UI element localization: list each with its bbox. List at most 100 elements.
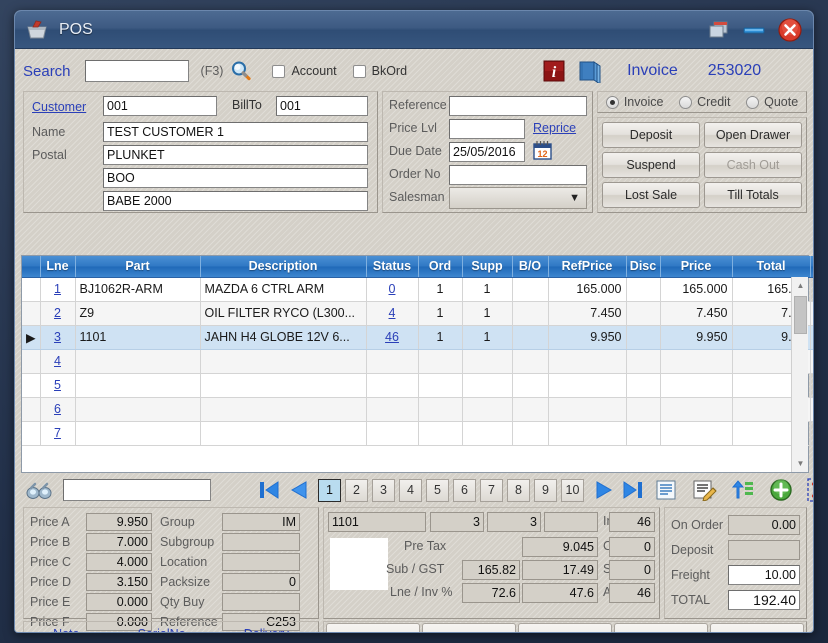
- page-button-9[interactable]: 9: [534, 478, 557, 502]
- price-row-value[interactable]: [86, 592, 152, 611]
- radio-invoice[interactable]: Invoice: [605, 95, 663, 109]
- cell-status[interactable]: [366, 373, 419, 398]
- due-date-input[interactable]: [449, 142, 525, 162]
- grid-col-part[interactable]: Part: [75, 256, 201, 278]
- table-row[interactable]: 7: [22, 421, 813, 446]
- line-items-grid[interactable]: Lne Part Description Status Ord Supp B/O…: [21, 255, 813, 473]
- scroll-up-icon[interactable]: ▲: [792, 277, 809, 294]
- customer-link[interactable]: Customer: [32, 100, 86, 114]
- grid-col-ord[interactable]: Ord: [418, 256, 463, 278]
- page-button-4[interactable]: 4: [399, 478, 422, 502]
- first-page-icon[interactable]: [257, 479, 281, 501]
- grid-col-price[interactable]: Price: [660, 256, 733, 278]
- page-button-10[interactable]: 10: [561, 478, 584, 502]
- deposit-button[interactable]: Deposit: [602, 122, 700, 148]
- books-icon[interactable]: [577, 59, 603, 83]
- cell-status[interactable]: [366, 397, 419, 422]
- billto-code-input[interactable]: [276, 96, 368, 116]
- close-icon[interactable]: [777, 17, 803, 43]
- price-row-value[interactable]: [86, 572, 152, 591]
- grid-col-disc[interactable]: Disc: [626, 256, 661, 278]
- cell-status[interactable]: 4: [366, 301, 419, 326]
- attribute-value[interactable]: [222, 552, 300, 571]
- customer-code-input[interactable]: [103, 96, 217, 116]
- table-row[interactable]: 5: [22, 373, 813, 398]
- till-totals-button[interactable]: Till Totals: [704, 182, 802, 208]
- bkord-checkbox[interactable]: [352, 64, 366, 78]
- price-row-value[interactable]: [86, 532, 152, 551]
- price-lvl-input[interactable]: [449, 119, 525, 139]
- attribute-value[interactable]: [222, 532, 300, 551]
- order-no-input[interactable]: [449, 165, 587, 185]
- cell-lne[interactable]: 5: [40, 373, 76, 398]
- binoculars-icon[interactable]: [25, 480, 53, 500]
- grid-scrollbar[interactable]: ▲ ▼: [791, 277, 808, 472]
- note-link[interactable]: Note: [53, 627, 79, 632]
- cell-lne[interactable]: 3: [40, 325, 76, 350]
- last-page-icon[interactable]: [621, 479, 645, 501]
- cell-status[interactable]: [366, 421, 419, 446]
- serialno-link[interactable]: SerialNo: [138, 627, 186, 632]
- table-row[interactable]: 4: [22, 349, 813, 374]
- prev-page-icon[interactable]: [287, 479, 311, 501]
- postal-line2-input[interactable]: [103, 168, 368, 188]
- attribute-value[interactable]: [222, 572, 300, 591]
- lost-sale-button[interactable]: Lost Sale: [602, 182, 700, 208]
- edit-note-icon[interactable]: [692, 479, 718, 501]
- table-row[interactable]: ▶ 3 1101 JAHN H4 GLOBE 12V 6... 46 1 1 9.950 9.9…: [22, 325, 813, 350]
- radio-credit[interactable]: Credit: [679, 95, 730, 109]
- magnifier-icon[interactable]: [230, 60, 252, 82]
- page-button-8[interactable]: 8: [507, 478, 530, 502]
- attribute-value[interactable]: [222, 512, 300, 531]
- table-row[interactable]: 2 Z9 OIL FILTER RYCO (L300... 4 1 1 7.450 7.450…: [22, 301, 813, 326]
- page-button-1[interactable]: 1: [318, 478, 341, 502]
- page-button-3[interactable]: 3: [372, 478, 395, 502]
- page-button-2[interactable]: 2: [345, 478, 368, 502]
- delete-red-icon[interactable]: [807, 478, 813, 502]
- cell-lne[interactable]: 2: [40, 301, 76, 326]
- calendar-icon[interactable]: 12: [532, 140, 553, 161]
- minimize-icon[interactable]: [741, 20, 767, 40]
- list-view-icon[interactable]: [654, 479, 678, 501]
- scroll-thumb[interactable]: [794, 296, 807, 334]
- open-drawer-button[interactable]: Open Drawer: [704, 122, 802, 148]
- cell-lne[interactable]: 7: [40, 421, 76, 446]
- suspend-button[interactable]: Suspend: [602, 152, 700, 178]
- delivery-link[interactable]: Delivery: [244, 627, 289, 632]
- search-input[interactable]: [84, 60, 189, 82]
- scroll-down-icon[interactable]: ▼: [792, 455, 809, 472]
- grid-col-description[interactable]: Description: [200, 256, 367, 278]
- price-row-value[interactable]: [86, 552, 152, 571]
- reference-input[interactable]: [449, 96, 587, 116]
- cell-lne[interactable]: 6: [40, 397, 76, 422]
- page-button-6[interactable]: 6: [453, 478, 476, 502]
- cell-status[interactable]: 46: [366, 325, 419, 350]
- grid-col-bo[interactable]: B/O: [512, 256, 549, 278]
- info-icon[interactable]: i: [543, 60, 565, 82]
- postal-line3-input[interactable]: [103, 191, 368, 211]
- salesman-dropdown[interactable]: ▼: [449, 187, 587, 209]
- account-checkbox[interactable]: [272, 64, 286, 78]
- options-f6-button[interactable]: Options F6: [518, 623, 612, 632]
- cell-status[interactable]: [366, 349, 419, 374]
- price-row-value[interactable]: [86, 512, 152, 531]
- grid-col-status[interactable]: Status: [366, 256, 419, 278]
- grid-col-supp[interactable]: Supp: [462, 256, 513, 278]
- cell-status[interactable]: 0: [366, 277, 419, 302]
- retrieve-f5-button[interactable]: Retrieve F5: [422, 623, 516, 632]
- page-button-7[interactable]: 7: [480, 478, 503, 502]
- page-button-5[interactable]: 5: [426, 478, 449, 502]
- pager-filter-input[interactable]: [63, 479, 211, 501]
- upload-sort-icon[interactable]: [730, 479, 756, 501]
- grid-col-total[interactable]: Total: [732, 256, 811, 278]
- grid-col-refprice[interactable]: RefPrice: [548, 256, 627, 278]
- totals-value[interactable]: [728, 590, 800, 610]
- postal-line1-input[interactable]: [103, 145, 368, 165]
- reprice-link[interactable]: Reprice: [533, 121, 576, 135]
- add-green-icon[interactable]: [769, 478, 793, 502]
- cell-lne[interactable]: 4: [40, 349, 76, 374]
- table-row[interactable]: 6: [22, 397, 813, 422]
- grid-col-marker[interactable]: [22, 256, 41, 278]
- attribute-value[interactable]: [222, 592, 300, 611]
- cancel-f9-button[interactable]: Cancel F9: [614, 623, 708, 632]
